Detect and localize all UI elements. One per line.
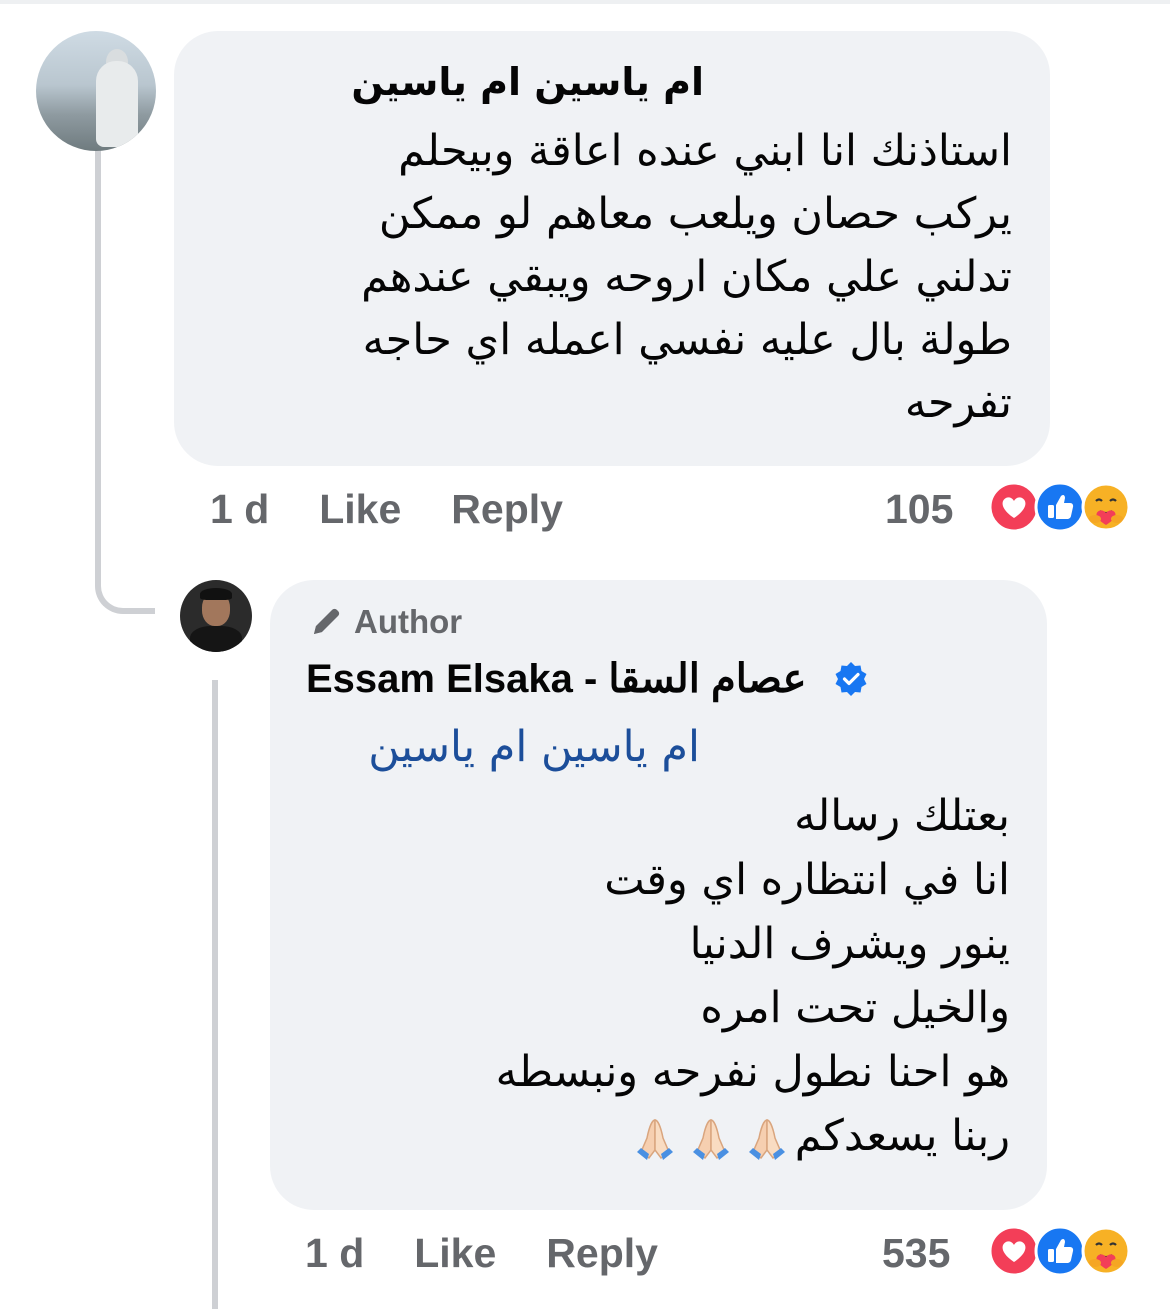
pencil-icon [314,608,340,634]
reply-line: ربنا يسعدكم [794,1111,1010,1161]
reaction-count[interactable]: 105 [885,486,953,533]
reply-reply-button[interactable]: Reply [546,1230,658,1277]
love-icon [988,1225,1040,1277]
reply-line: ينور ويشرف الدنيا [689,919,1010,969]
like-icon [1034,1225,1086,1277]
care-icon [1081,1226,1131,1276]
thread-line [95,150,101,570]
reply-author-row: Essam Elsaka - عصام السقا [306,656,870,702]
author-avatar[interactable] [180,580,252,652]
author-label: Author [354,603,463,640]
reply-button[interactable]: Reply [451,486,563,533]
folded-hands-icon [692,1118,729,1160]
reply-actions: 1 d Like Reply [305,1230,658,1277]
reply-reaction-icons[interactable] [988,1225,1131,1277]
mention-link[interactable]: ام ياسين ام ياسين [368,722,700,772]
comment-line: طولة بال عليه نفسي اعمله اي حاجه [362,315,1012,365]
comment-line: تدلني علي مكان اروحه ويبقي عندهم [361,252,1012,302]
top-divider [0,0,1170,4]
comment-timestamp[interactable]: 1 d [210,486,269,533]
reply-like-button[interactable]: Like [414,1230,496,1277]
reply-line: والخيل تحت امره [700,983,1010,1033]
care-icon [1081,482,1131,532]
folded-hands-icon [636,1118,673,1160]
comment-line: استاذنك انا ابني عنده اعاقة وبيحلم [398,126,1012,176]
like-button[interactable]: Like [319,486,401,533]
reply-timestamp[interactable]: 1 d [305,1230,364,1277]
love-icon [988,481,1040,533]
commenter-name[interactable]: ام ياسين ام ياسين [351,60,704,104]
reply-line-last: ربنا يسعدكم [310,1104,1010,1168]
reply-line: انا في انتظاره اي وقت [604,855,1010,905]
comment-line: يركب حصان ويلعب معاهم لو ممكن [378,189,1012,239]
reply-line: هو احنا نطول نفرحه ونبسطه [495,1047,1010,1097]
comment-actions: 1 d Like Reply [210,486,563,533]
reply-text: بعتلك رساله انا في انتظاره اي وقت ينور و… [310,784,1010,1168]
reply-thread-line [212,680,218,1309]
folded-hands-icon [748,1118,785,1160]
reply-author-name[interactable]: Essam Elsaka - عصام السقا [306,656,806,702]
reaction-icons[interactable] [988,481,1131,533]
commenter-avatar[interactable] [36,31,156,151]
like-icon [1034,481,1086,533]
comment-text: استاذنك انا ابني عنده اعاقة وبيحلم يركب … [192,120,1012,435]
thread-connector [95,550,155,614]
verified-badge-icon [835,662,867,696]
author-badge: Author [308,603,462,641]
comment-line: تفرحه [904,378,1012,428]
reply-line: بعتلك رساله [794,791,1010,841]
reply-reaction-count[interactable]: 535 [882,1230,950,1277]
